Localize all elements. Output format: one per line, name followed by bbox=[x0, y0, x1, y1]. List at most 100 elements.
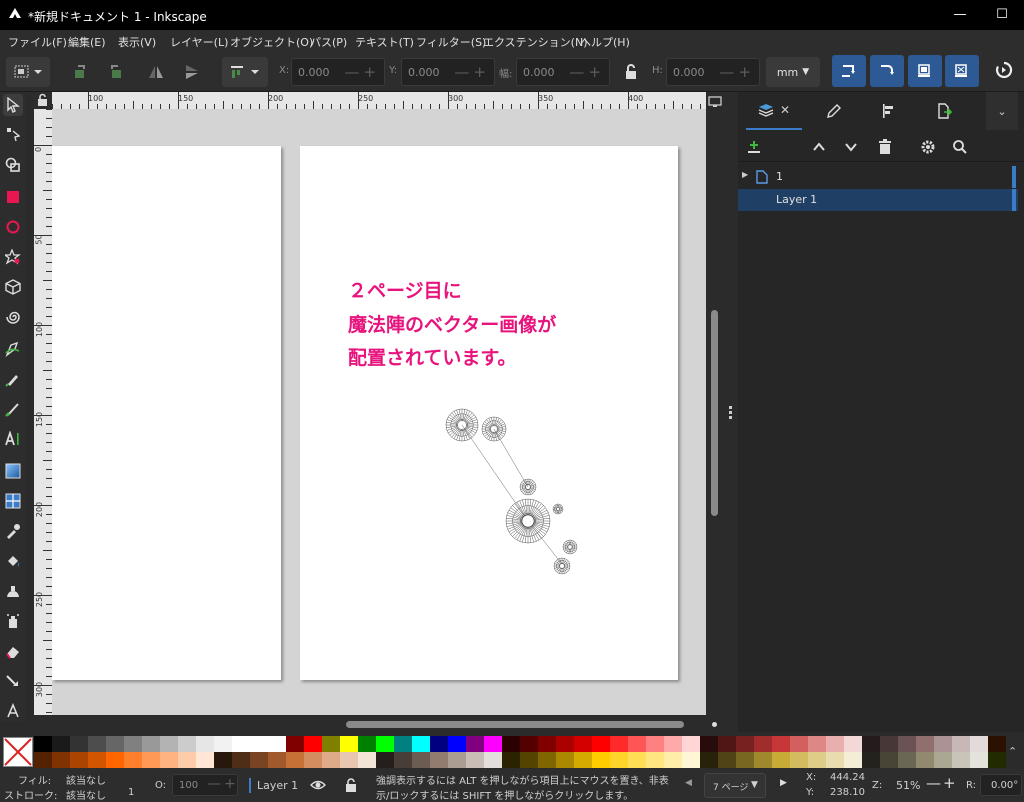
color-swatch[interactable] bbox=[628, 752, 646, 768]
color-swatch[interactable] bbox=[52, 736, 70, 752]
color-swatch[interactable] bbox=[718, 736, 736, 752]
color-swatch[interactable] bbox=[358, 752, 376, 768]
color-swatch[interactable] bbox=[124, 752, 142, 768]
color-swatch[interactable] bbox=[124, 736, 142, 752]
color-swatch[interactable] bbox=[322, 752, 340, 768]
color-swatch[interactable] bbox=[412, 736, 430, 752]
prev-page-icon[interactable]: ◀ bbox=[685, 778, 692, 788]
search-icon[interactable] bbox=[952, 139, 968, 155]
text-tool[interactable] bbox=[3, 428, 23, 450]
tweak-tool[interactable] bbox=[3, 580, 23, 602]
maximize-button[interactable]: ☐ bbox=[982, 4, 1022, 26]
color-swatch[interactable] bbox=[430, 752, 448, 768]
gradient-tool[interactable] bbox=[3, 460, 23, 482]
color-swatch[interactable] bbox=[88, 736, 106, 752]
lock-guides-icon[interactable] bbox=[34, 92, 52, 109]
color-swatch[interactable] bbox=[412, 752, 430, 768]
color-swatch[interactable] bbox=[394, 752, 412, 768]
unlock-icon[interactable] bbox=[344, 778, 358, 793]
color-swatch[interactable] bbox=[538, 752, 556, 768]
horizontal-scrollbar[interactable] bbox=[52, 715, 722, 733]
stroke-width-value[interactable]: 1 bbox=[128, 787, 134, 798]
zoom-stepper-icon[interactable]: —+ bbox=[926, 774, 958, 792]
color-swatch[interactable] bbox=[466, 736, 484, 752]
color-swatch[interactable] bbox=[592, 736, 610, 752]
menu-filter[interactable]: フィルター(S) bbox=[416, 34, 486, 50]
color-swatch[interactable] bbox=[340, 752, 358, 768]
layer-row[interactable]: ▶ 1 bbox=[738, 166, 1018, 188]
color-swatch[interactable] bbox=[520, 752, 538, 768]
color-swatch[interactable] bbox=[268, 752, 286, 768]
x-input[interactable]: 0.000 —+ bbox=[291, 58, 385, 86]
height-stepper-icon[interactable]: —+ bbox=[719, 63, 755, 81]
shape-builder-tool[interactable] bbox=[3, 154, 23, 176]
color-swatch[interactable] bbox=[574, 736, 592, 752]
color-swatch[interactable] bbox=[268, 736, 286, 752]
color-swatch[interactable] bbox=[844, 752, 862, 768]
color-swatch[interactable] bbox=[826, 736, 844, 752]
snap-toggle-button[interactable] bbox=[990, 55, 1018, 85]
color-swatch[interactable] bbox=[556, 736, 574, 752]
width-input[interactable]: 0.000 —+ bbox=[516, 58, 610, 86]
opacity-input[interactable]: 100 —+ bbox=[172, 774, 238, 796]
menu-extensions[interactable]: エクステンション(N) bbox=[483, 34, 587, 50]
stroke-value[interactable]: 該当なし bbox=[66, 787, 106, 802]
fill-value[interactable]: 該当なし bbox=[66, 772, 106, 787]
color-swatch[interactable] bbox=[34, 752, 52, 768]
color-swatch[interactable] bbox=[142, 736, 160, 752]
page-select-dropdown[interactable]: 7 ページ ▼ bbox=[704, 773, 766, 798]
rotation-input[interactable]: 0.00° bbox=[980, 774, 1022, 796]
color-swatch[interactable] bbox=[520, 736, 538, 752]
color-swatch[interactable] bbox=[106, 736, 124, 752]
transform-corners-button[interactable] bbox=[870, 55, 904, 87]
move-down-icon[interactable] bbox=[844, 141, 858, 153]
menu-object[interactable]: オブジェクト(O) bbox=[230, 34, 313, 50]
y-stepper-icon[interactable]: —+ bbox=[454, 63, 490, 81]
node-tool[interactable] bbox=[3, 124, 23, 146]
eraser-tool[interactable] bbox=[3, 640, 23, 662]
menu-file[interactable]: ファイル(F) bbox=[8, 34, 67, 50]
color-swatch[interactable] bbox=[718, 752, 736, 768]
color-swatch[interactable] bbox=[700, 752, 718, 768]
menu-help[interactable]: ヘルプ(H) bbox=[580, 34, 630, 50]
chevron-up-icon[interactable]: ⌃ bbox=[1008, 745, 1017, 758]
color-swatch[interactable] bbox=[70, 736, 88, 752]
measure-tool[interactable] bbox=[3, 700, 23, 722]
color-swatch[interactable] bbox=[178, 736, 196, 752]
color-swatch[interactable] bbox=[790, 736, 808, 752]
color-swatch[interactable] bbox=[214, 736, 232, 752]
color-swatch[interactable] bbox=[502, 752, 520, 768]
menu-text[interactable]: テキスト(T) bbox=[355, 34, 414, 50]
color-swatch[interactable] bbox=[682, 736, 700, 752]
color-swatch[interactable] bbox=[376, 752, 394, 768]
color-swatch[interactable] bbox=[340, 736, 358, 752]
color-swatch[interactable] bbox=[178, 752, 196, 768]
menu-path[interactable]: パス(P) bbox=[310, 34, 347, 50]
color-swatch[interactable] bbox=[934, 752, 952, 768]
menu-edit[interactable]: 編集(E) bbox=[68, 34, 106, 50]
ellipse-tool[interactable] bbox=[3, 216, 23, 238]
magic-circle-image[interactable] bbox=[432, 399, 612, 579]
menu-view[interactable]: 表示(V) bbox=[118, 34, 156, 50]
color-swatch[interactable] bbox=[754, 736, 772, 752]
dock-splitter[interactable] bbox=[724, 92, 738, 732]
color-swatch[interactable] bbox=[232, 752, 250, 768]
color-swatch[interactable] bbox=[466, 752, 484, 768]
color-swatch[interactable] bbox=[304, 752, 322, 768]
color-swatch[interactable] bbox=[358, 736, 376, 752]
move-up-icon[interactable] bbox=[812, 141, 826, 153]
vertical-scrollbar[interactable] bbox=[706, 92, 724, 724]
zoom-input[interactable]: 51% —+ bbox=[886, 774, 956, 796]
color-swatch[interactable] bbox=[52, 752, 70, 768]
horizontal-scroll-thumb[interactable] bbox=[346, 721, 684, 728]
color-swatch[interactable] bbox=[862, 752, 880, 768]
spiral-tool[interactable] bbox=[3, 306, 23, 328]
align-dropdown[interactable] bbox=[222, 57, 268, 87]
y-input[interactable]: 0.000 —+ bbox=[401, 58, 495, 86]
display-mode-icon[interactable] bbox=[708, 96, 722, 108]
color-swatch[interactable] bbox=[970, 736, 988, 752]
color-swatch[interactable] bbox=[610, 752, 628, 768]
color-swatch[interactable] bbox=[898, 736, 916, 752]
settings-gear-icon[interactable] bbox=[920, 139, 936, 155]
tab-overflow-button[interactable]: ⌄ bbox=[986, 92, 1018, 130]
